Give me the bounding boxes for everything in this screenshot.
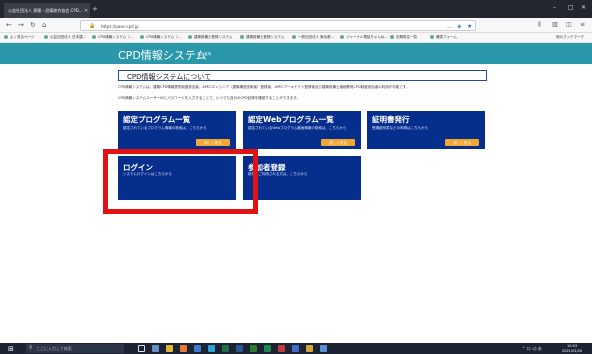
bookmark-icon: [188, 35, 192, 39]
card-title: 認定プログラム一覧: [123, 115, 191, 124]
details-button[interactable]: 詳しく見る: [445, 139, 479, 146]
app-icon[interactable]: [250, 345, 257, 352]
tab-close-icon[interactable]: ✕: [84, 8, 88, 14]
search-placeholder: ここに入力して検索: [36, 346, 72, 351]
app-icon[interactable]: [320, 345, 327, 352]
browser-tab[interactable]: 公益社団法人 建築・設備総合協会 CPD... ✕: [4, 3, 90, 18]
more-icon[interactable]: …: [447, 23, 453, 30]
app-icon[interactable]: [222, 345, 229, 352]
browser-tab-bar: 公益社団法人 建築・設備総合協会 CPD... ✕ + – □ ✕: [0, 0, 592, 18]
card-certificate-issue[interactable]: 証明書発行 受講証明書などの申請はこちらから 詳しく見る: [367, 111, 485, 149]
extension-icon[interactable]: ◫: [566, 21, 572, 28]
card-web-programs[interactable]: 認定Webプログラム一覧 認定されているWebプログラム動画情報の検索は、こちら…: [243, 111, 361, 149]
site-subtitle: 参加者用: [197, 52, 211, 56]
pocket-icon[interactable]: ◈: [457, 23, 462, 30]
bookmark-icon: [340, 35, 344, 39]
bookmark-item[interactable]: 建築設備士登録システム: [188, 35, 232, 40]
library-icon[interactable]: ⫼: [538, 21, 541, 29]
system-tray[interactable]: ^ 口 ◁) あ: [522, 346, 542, 352]
card-certified-programs[interactable]: 認定プログラム一覧 認定されているプログラム情報の検索は、こちらから 詳しく見る: [118, 111, 236, 149]
bookmark-item[interactable]: よく見るページ: [4, 35, 34, 40]
bookmark-item[interactable]: 確認フォーム: [430, 35, 457, 40]
bookmark-icon: [4, 35, 8, 39]
app-icon[interactable]: [194, 345, 201, 352]
bookmark-icon: [390, 35, 394, 39]
bookmark-icon: [240, 35, 244, 39]
card-description: 新規にご利用される方は、こちらから: [248, 172, 308, 176]
bookmark-icon: [92, 35, 96, 39]
maximize-icon[interactable]: □: [568, 4, 574, 11]
home-icon[interactable]: ⌂: [42, 21, 46, 29]
bookmark-icon: [430, 35, 434, 39]
section-description-2: CPD情報システムユーザーIDとパスワードを入力することで、いつでも自分のCPD…: [118, 96, 300, 100]
new-tab-icon[interactable]: +: [92, 5, 98, 13]
clock[interactable]: 10:03 2021/01/20: [562, 344, 582, 353]
taskbar-search[interactable]: ⚲ ここに入力して検索: [26, 344, 124, 353]
address-bar[interactable]: 🔒 https://paec-cpd.jp … ◈ ★: [80, 20, 476, 31]
tab-title: 公益社団法人 建築・設備総合協会 CPD...: [8, 8, 83, 13]
task-view-icon[interactable]: [138, 345, 145, 352]
app-icon[interactable]: [152, 345, 159, 352]
bookmark-item[interactable]: CPD情報システム（...: [140, 35, 181, 40]
bookmark-item[interactable]: 公益社団法人 日本建...: [44, 35, 86, 40]
site-header: CPD情報システム 参加者用: [0, 43, 592, 64]
card-description: 受講証明書などの申請はこちらから: [372, 126, 428, 130]
taskbar: ⊞ ⚲ ここに入力して検索 ^ 口 ◁) あ 10:03 2021/01/20: [0, 343, 592, 354]
browser-nav-bar: ← → ↻ ⌂ 🔒 https://paec-cpd.jp … ◈ ★ ⫼ ▥ …: [0, 18, 592, 33]
file-explorer-icon[interactable]: [166, 345, 173, 352]
app-icon[interactable]: [236, 345, 243, 352]
app-icon[interactable]: [292, 345, 299, 352]
bookmark-star-icon[interactable]: ★: [467, 23, 472, 30]
card-title: 証明書発行: [372, 115, 410, 124]
minimize-icon[interactable]: –: [553, 4, 556, 11]
section-title: CPD情報システムについて: [127, 73, 212, 81]
firefox-icon[interactable]: [180, 345, 187, 352]
app-icon[interactable]: [306, 345, 313, 352]
lock-icon: 🔒: [89, 23, 96, 29]
bookmark-item[interactable]: CPD情報システム（...: [92, 35, 133, 40]
close-window-icon[interactable]: ✕: [581, 4, 586, 11]
card-description: 認定されているWebプログラム動画情報の検索は、こちらから: [248, 126, 347, 130]
section-description: CPD情報システムは、建築CPD情報提供制度参加者、APECエンジニア（建築構造…: [118, 85, 410, 89]
menu-icon[interactable]: ≡: [580, 21, 585, 28]
card-title: 認定Webプログラム一覧: [248, 115, 334, 124]
other-bookmarks[interactable]: 他のブックマーク: [556, 35, 584, 40]
bookmark-item[interactable]: 一般社団法人 東京都...: [292, 35, 334, 40]
windows-start-icon[interactable]: ⊞: [8, 345, 14, 353]
bookmark-icon: [44, 35, 48, 39]
details-button[interactable]: 詳しく見る: [196, 139, 230, 146]
bookmark-icon: [140, 35, 144, 39]
reload-icon[interactable]: ↻: [30, 21, 36, 29]
search-icon: ⚲: [29, 345, 33, 351]
highlight-box: [103, 149, 258, 214]
app-icon[interactable]: [264, 345, 271, 352]
back-icon[interactable]: ←: [6, 21, 12, 29]
card-description: 認定されているプログラム情報の検索は、こちらから: [123, 126, 207, 130]
bookmark-item[interactable]: 建築設備士登録システム: [240, 35, 284, 40]
bookmark-item[interactable]: ジャーナル電話ちゃんね...: [340, 35, 388, 40]
details-button[interactable]: 詳しく見る: [321, 139, 355, 146]
bookmarks-bar: よく見るページ 公益社団法人 日本建... CPD情報システム（... CPD情…: [0, 33, 592, 43]
site-title[interactable]: CPD情報システム: [118, 47, 206, 63]
card-participant-registration[interactable]: 参加者登録 新規にご利用される方は、こちらから: [243, 156, 361, 200]
app-icon[interactable]: [278, 345, 285, 352]
bookmark-icon: [292, 35, 296, 39]
url-text: https://paec-cpd.jp: [101, 24, 139, 29]
sidebar-icon[interactable]: ▥: [552, 21, 558, 28]
app-icon[interactable]: [208, 345, 215, 352]
forward-icon[interactable]: →: [18, 21, 24, 29]
section-heading-box: CPD情報システムについて: [118, 70, 487, 81]
bookmark-item[interactable]: 初期設定一覧: [390, 35, 417, 40]
